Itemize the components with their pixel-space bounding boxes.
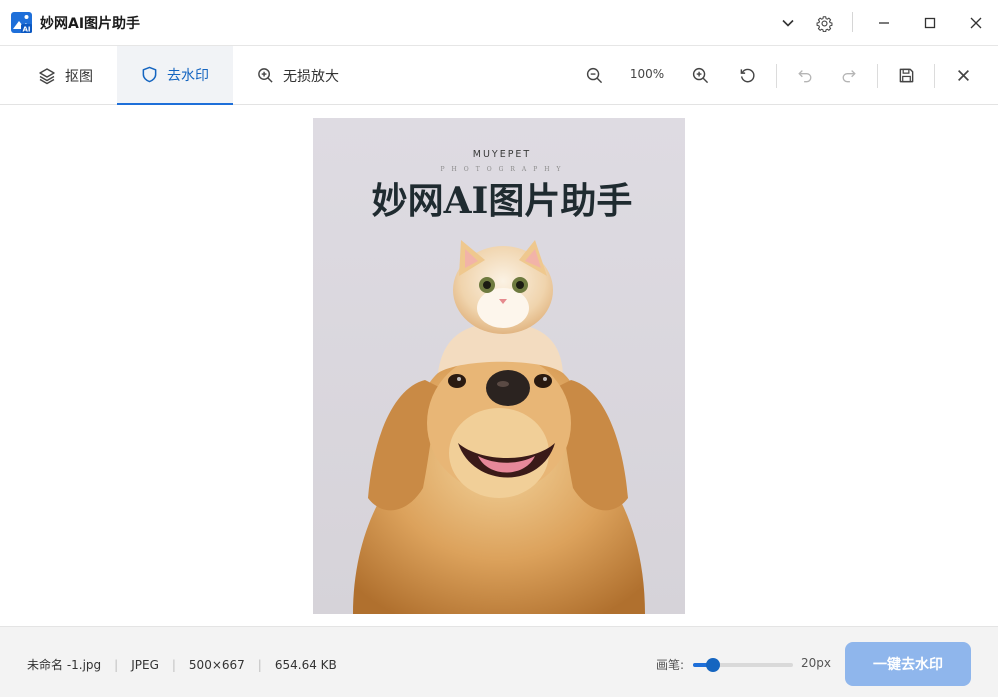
photo-brand-sub: PHOTOGRAPHY: [441, 166, 568, 173]
editor-canvas[interactable]: MUYEPET PHOTOGRAPHY 妙网AI图片助手: [0, 106, 998, 626]
toolbar-divider: [877, 64, 878, 88]
info-separator: |: [171, 657, 176, 672]
file-dimensions: 500×667: [188, 657, 245, 672]
layers-icon: [39, 67, 55, 84]
maximize-icon: [924, 17, 936, 29]
tab-remove-watermark[interactable]: 去水印: [117, 46, 233, 105]
info-separator: |: [114, 657, 119, 672]
brush-size-slider[interactable]: [693, 658, 793, 672]
toolbar-divider: [934, 64, 935, 88]
image-preview[interactable]: MUYEPET PHOTOGRAPHY 妙网AI图片助手: [313, 118, 685, 614]
remove-watermark-button[interactable]: 一键去水印: [845, 642, 971, 686]
toolbar-divider: [776, 64, 777, 88]
zoom-out-icon: [586, 67, 602, 83]
zoom-in-icon: [258, 68, 273, 83]
window-close-button[interactable]: [961, 8, 991, 38]
file-info: 未命名 -1.jpg | JPEG | 500×667 | 654.64 KB: [27, 656, 337, 673]
tab-label: 无损放大: [283, 68, 339, 85]
title-bar: AI 妙网AI图片助手: [0, 0, 998, 46]
dropdown-button[interactable]: [773, 8, 803, 38]
info-separator: |: [257, 657, 262, 672]
app-logo-icon: AI: [11, 12, 32, 34]
shield-icon: [142, 66, 157, 83]
slider-thumb[interactable]: [706, 658, 720, 672]
file-name: 未命名 -1.jpg: [27, 658, 102, 672]
tab-label: 抠图: [65, 68, 93, 85]
gear-icon: [816, 15, 832, 32]
settings-button[interactable]: [809, 8, 839, 38]
undo-button[interactable]: [790, 60, 820, 90]
zoom-in-button[interactable]: [685, 60, 715, 90]
zoom-in-icon: [692, 67, 708, 83]
save-icon: [899, 68, 913, 82]
toolbar: 抠图 去水印 无损放大 100%: [0, 46, 998, 105]
zoom-level: 100%: [629, 67, 665, 81]
file-size: 654.64 KB: [274, 657, 337, 672]
tab-label: 去水印: [167, 67, 209, 84]
pet-photo: MUYEPET PHOTOGRAPHY 妙网AI图片助手: [313, 118, 685, 614]
reset-icon: [740, 68, 755, 82]
maximize-button[interactable]: [915, 8, 945, 38]
close-icon: [957, 69, 969, 81]
brush-label: 画笔:: [656, 658, 685, 672]
title-divider: [852, 12, 853, 32]
watermark-text: 妙网AI图片助手: [372, 180, 633, 222]
redo-button[interactable]: [834, 60, 864, 90]
file-format: JPEG: [131, 657, 159, 672]
minimize-icon: [879, 22, 889, 24]
logo-text: AI: [22, 26, 30, 34]
zoom-out-button[interactable]: [579, 60, 609, 90]
chevron-down-icon: [782, 19, 794, 27]
undo-icon: [798, 70, 812, 83]
save-button[interactable]: [891, 60, 921, 90]
app-title: 妙网AI图片助手: [40, 16, 141, 32]
tab-lossless-upscale[interactable]: 无损放大: [233, 46, 363, 105]
minimize-button[interactable]: [869, 8, 899, 38]
redo-icon: [842, 70, 856, 83]
close-icon: [970, 17, 982, 29]
tab-cutout[interactable]: 抠图: [14, 46, 117, 105]
photo-brand: MUYEPET: [473, 149, 532, 160]
status-bar: 未命名 -1.jpg | JPEG | 500×667 | 654.64 KB …: [0, 626, 998, 697]
close-editor-button[interactable]: [948, 60, 978, 90]
reset-button[interactable]: [732, 60, 762, 90]
brush-size-value: 20px: [801, 656, 831, 670]
